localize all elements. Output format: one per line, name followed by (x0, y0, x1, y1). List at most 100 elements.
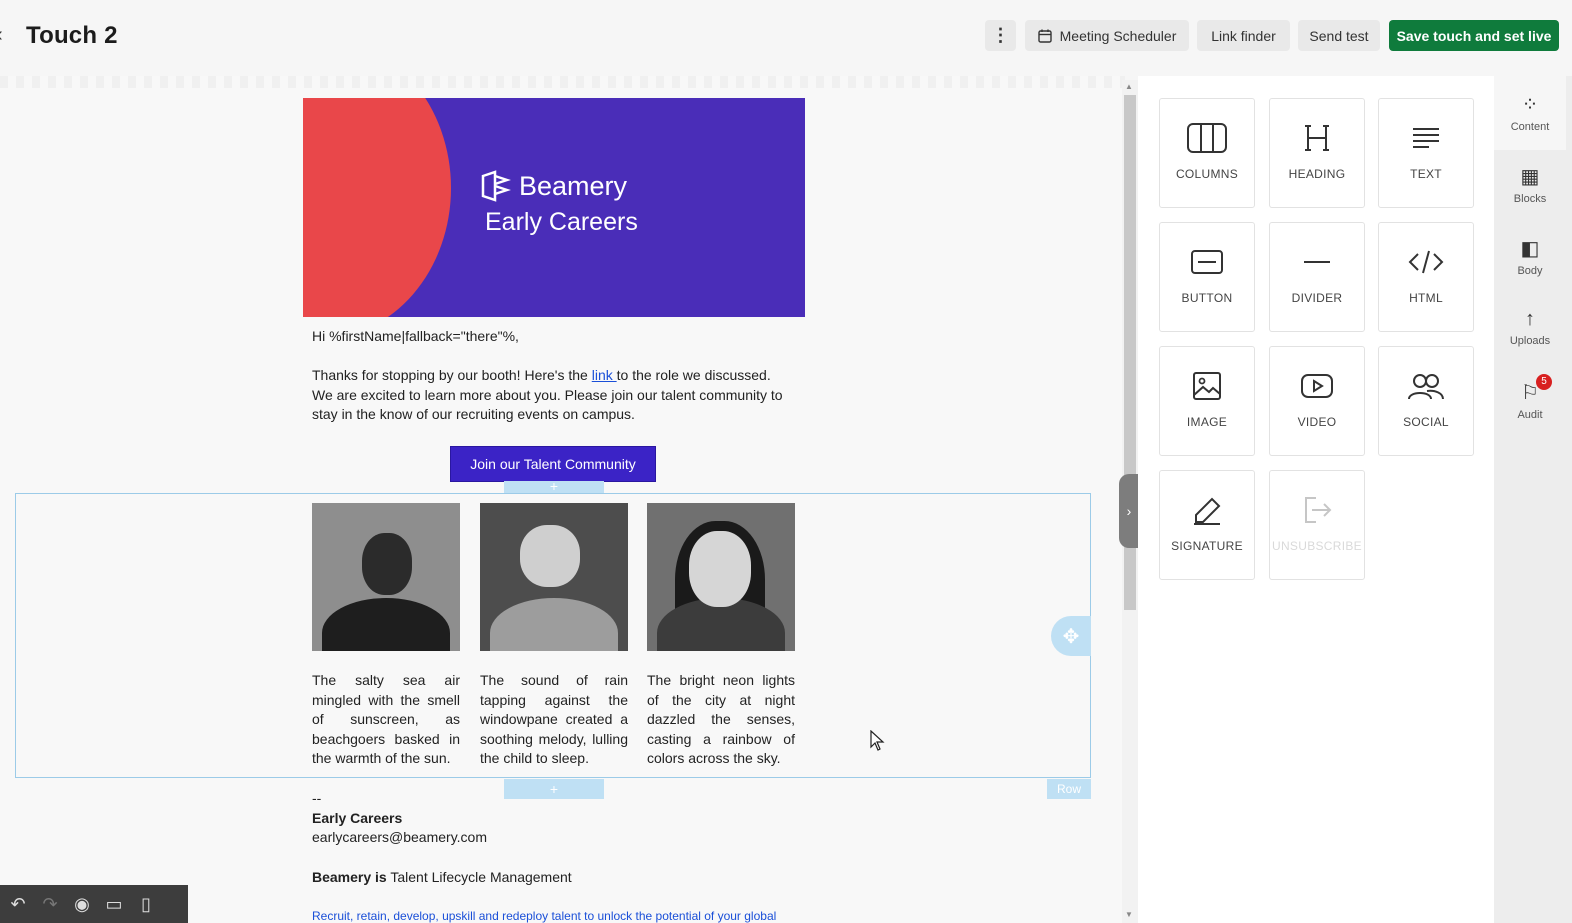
block-label: SOCIAL (1403, 415, 1449, 429)
meeting-scheduler-button[interactable]: Meeting Scheduler (1025, 20, 1189, 51)
hero-banner-image[interactable]: Beamery Early Careers (303, 98, 805, 317)
row-tag[interactable]: Row (1047, 779, 1091, 799)
caption-3[interactable]: The bright neon lights of the city at ni… (647, 671, 795, 769)
block-social[interactable]: SOCIAL (1378, 346, 1474, 456)
portrait-image-1[interactable] (312, 503, 460, 651)
block-heading[interactable]: HEADING (1269, 98, 1365, 208)
block-image[interactable]: IMAGE (1159, 346, 1255, 456)
nav-audit[interactable]: ⚐ 5 Audit (1494, 374, 1566, 421)
undo-icon[interactable]: ↶ (6, 894, 30, 915)
intro-line-3: stay in the know of our recruiting event… (312, 406, 635, 422)
kebab-icon: ⋮ (991, 25, 1010, 45)
mobile-view-icon[interactable]: ▯ (134, 894, 158, 915)
tagline-rest: Talent Lifecycle Management (386, 869, 572, 885)
portrait-head-shape (362, 533, 412, 595)
unsubscribe-icon (1305, 497, 1332, 523)
block-label: COLUMNS (1175, 167, 1239, 181)
more-options-button[interactable]: ⋮ (985, 20, 1016, 51)
footer-text[interactable]: Recruit, retain, develop, upskill and re… (312, 909, 776, 923)
scroll-down-icon[interactable]: ▼ (1125, 910, 1133, 919)
signature-icon (1194, 497, 1221, 525)
chevron-right-icon: › (1126, 503, 1132, 519)
editor-nav-rail: ⁘ Content ▦ Blocks ◧ Body ↑ Uploads ⚐ 5 … (1494, 76, 1572, 923)
blocks-icon: ▦ (1520, 166, 1540, 188)
block-unsubscribe[interactable]: UNSUBSCRIBE (1269, 470, 1365, 580)
meeting-scheduler-label: Meeting Scheduler (1059, 27, 1177, 44)
nav-body[interactable]: ◧ Body (1494, 236, 1566, 277)
block-label: SIGNATURE (1171, 539, 1243, 553)
block-label: DIVIDER (1291, 291, 1343, 305)
portrait-image-3[interactable] (647, 503, 795, 651)
move-icon: ✥ (1062, 625, 1080, 648)
signature-dash: -- (312, 790, 322, 806)
caption-2[interactable]: The sound of rain tapping against the wi… (480, 671, 628, 769)
body-icon: ◧ (1520, 238, 1540, 260)
preview-eye-icon[interactable]: ◉ (70, 894, 94, 915)
video-icon (1301, 374, 1333, 398)
columns-icon (1187, 123, 1227, 153)
nav-content[interactable]: ⁘ Content (1494, 76, 1566, 150)
heading-icon (1305, 125, 1329, 151)
save-label: Save touch and set live (1396, 27, 1552, 44)
nav-body-label: Body (1517, 265, 1543, 277)
collapse-panel-toggle[interactable]: › (1119, 474, 1139, 548)
intro-paragraph[interactable]: Thanks for stopping by our booth! Here's… (312, 366, 802, 425)
block-label: TEXT (1410, 167, 1442, 181)
talent-community-button[interactable]: Join our Talent Community (450, 446, 656, 482)
scroll-up-icon[interactable]: ▲ (1125, 82, 1133, 91)
block-divider[interactable]: DIVIDER (1269, 222, 1365, 332)
block-label: HTML (1409, 291, 1443, 305)
desktop-view-icon[interactable]: ▭ (102, 894, 126, 915)
role-link[interactable]: link (592, 367, 617, 383)
block-video[interactable]: VIDEO (1269, 346, 1365, 456)
intro-line-2: We are excited to learn more about you. … (312, 386, 783, 403)
tagline[interactable]: Beamery is Talent Lifecycle Management (312, 868, 572, 888)
block-label: IMAGE (1186, 415, 1228, 429)
portrait-head-shape (520, 525, 580, 587)
cta-label: Join our Talent Community (470, 456, 636, 472)
chevron-left-icon[interactable]: ‹ (0, 24, 3, 47)
button-icon (1191, 250, 1223, 274)
beamery-logo-icon (481, 170, 511, 202)
nav-content-label: Content (1510, 121, 1550, 133)
move-row-handle[interactable]: ✥ (1051, 616, 1091, 656)
text-icon (1413, 128, 1439, 148)
nav-blocks-label: Blocks (1513, 193, 1547, 205)
hero-subtitle: Early Careers (485, 208, 638, 236)
tagline-bold: Beamery is (312, 869, 387, 885)
link-finder-button[interactable]: Link finder (1197, 20, 1290, 51)
block-text[interactable]: TEXT (1378, 98, 1474, 208)
audit-flag-icon: ⚐ (1521, 382, 1539, 404)
intro-text-end: to the role we discussed. (616, 367, 771, 383)
send-test-label: Send test (1309, 27, 1369, 44)
redo-icon[interactable]: ↷ (38, 894, 62, 915)
block-columns[interactable]: COLUMNS (1159, 98, 1255, 208)
send-test-button[interactable]: Send test (1298, 20, 1380, 51)
audit-count-badge: 5 (1536, 374, 1552, 390)
block-html[interactable]: HTML (1378, 222, 1474, 332)
link-finder-label: Link finder (1211, 27, 1276, 44)
nav-blocks[interactable]: ▦ Blocks (1494, 164, 1566, 205)
portrait-image-2[interactable] (480, 503, 628, 651)
block-signature[interactable]: SIGNATURE (1159, 470, 1255, 580)
add-row-above-button[interactable]: + (504, 479, 604, 493)
portrait-body-shape (490, 598, 618, 651)
signature-block[interactable]: -- Early Careers earlycareers@beamery.co… (312, 789, 487, 848)
caption-1[interactable]: The salty sea air mingled with the smell… (312, 671, 460, 769)
canvas-edge-pattern (0, 76, 1125, 88)
code-icon (1408, 250, 1444, 274)
bottom-toolbar: ↶ ↷ ◉ ▭ ▯ (0, 885, 188, 923)
image-icon (1193, 372, 1221, 400)
save-and-set-live-button[interactable]: Save touch and set live (1389, 20, 1559, 51)
block-button[interactable]: BUTTON (1159, 222, 1255, 332)
hero-circle-shape (303, 98, 451, 317)
nav-uploads[interactable]: ↑ Uploads (1494, 308, 1566, 347)
nav-audit-label: Audit (1517, 409, 1543, 421)
nav-uploads-label: Uploads (1509, 335, 1551, 347)
content-icon: ⁘ (1521, 94, 1539, 116)
block-label: VIDEO (1297, 415, 1337, 429)
add-row-below-button[interactable]: + (504, 779, 604, 799)
greeting-text[interactable]: Hi %firstName|fallback="there"%, (312, 327, 519, 347)
block-label: BUTTON (1181, 291, 1233, 305)
signature-team: Early Careers (312, 809, 403, 826)
